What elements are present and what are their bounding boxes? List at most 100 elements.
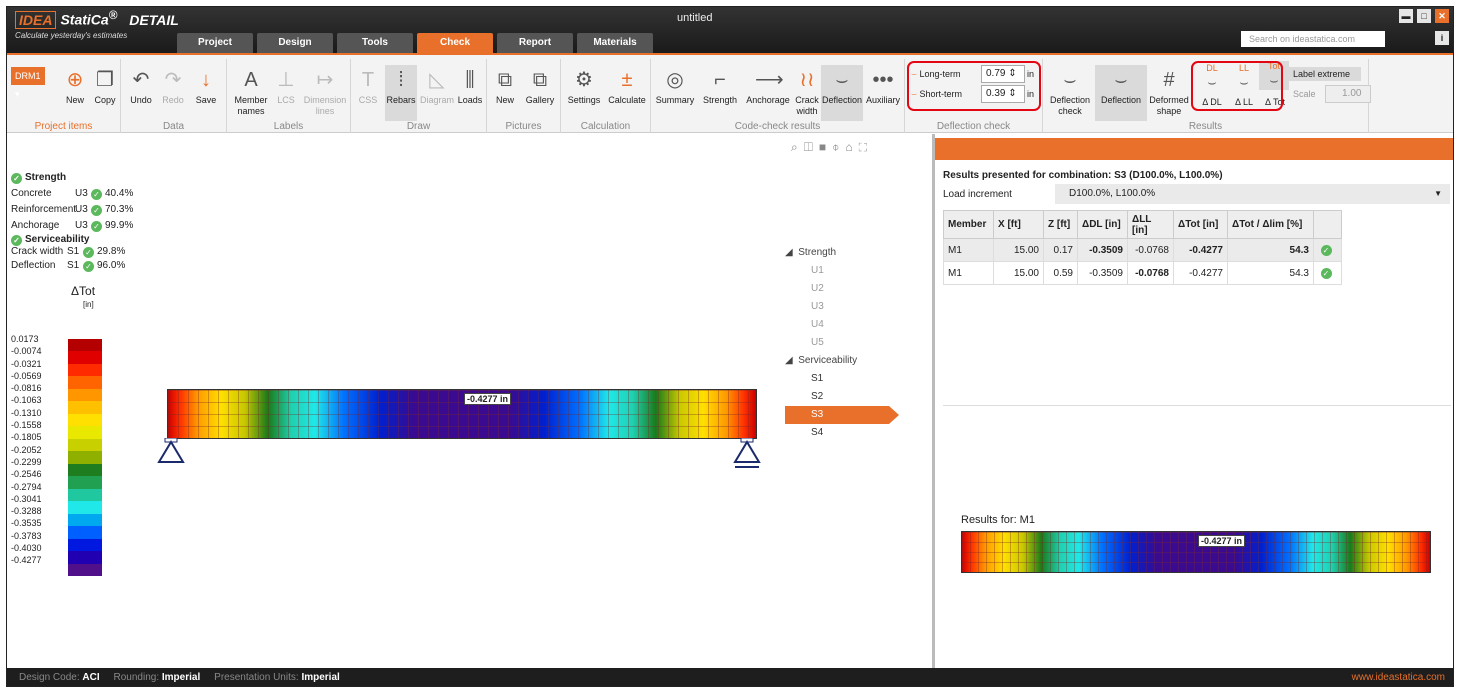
maximize-button[interactable]: □ [1417,9,1431,23]
anchorage-button[interactable]: ⟶ Anchorage [743,67,793,106]
copy-icon: ❐ [96,69,114,91]
tree-item-s4[interactable]: S4 [785,424,889,442]
crack-width-icon: ≀≀ [799,69,815,91]
view-3d-icon[interactable]: ◫ [804,140,819,154]
close-button[interactable]: ✕ [1435,9,1449,23]
new-item-button[interactable]: ⊕ New [61,67,89,106]
group-data: ↶ Undo ↷ Redo ↓ Save Data [121,59,227,133]
gallery-button[interactable]: ⧉ Gallery [521,67,559,106]
main-tabs: Project Design Tools Check Report Materi… [177,33,653,53]
group-project-items: DRM1 ▾ ⊕ New ❐ Copy Project items [7,59,121,133]
save-button[interactable]: ↓ Save [191,67,221,106]
deformed-shape-button[interactable]: # Deformed shape [1147,67,1191,117]
deformed-shape-label: Deformed shape [1149,95,1189,116]
check-ok-icon: ✓ [11,173,22,184]
search-input[interactable]: Search on ideastatica.com [1241,31,1385,47]
legend-swatch [68,526,102,540]
legend-value: -0.1558 [11,420,42,431]
deflection-button[interactable]: ⌣ Deflection [821,65,863,121]
css-icon: T [361,69,375,91]
legend-value: -0.1063 [11,395,42,406]
tab-project[interactable]: Project [177,33,253,53]
tree-item-u2[interactable]: U2 [785,280,889,298]
label-extreme-toggle[interactable]: Label extreme [1289,67,1361,81]
deflection-result-button[interactable]: ⌣ Deflection [1095,65,1147,121]
strength-button[interactable]: ⌐ Strength [699,67,741,106]
design-code-value: ACI [82,672,100,683]
legend-value: -0.1805 [11,432,42,443]
legend-swatch [68,513,102,527]
info-button[interactable]: i [1435,31,1449,45]
legend-swatch [68,488,102,502]
window-controls: ▬ □ ✕ [1399,9,1449,23]
tree-item-u3[interactable]: U3 [785,298,889,316]
new-picture-label: New [495,95,514,105]
cell-ratio: 54.3 [1227,238,1314,262]
check-row: Crack width S1 ✓ 29.8% [11,246,133,258]
strength-title: Strength [25,172,67,183]
tab-design[interactable]: Design [257,33,333,53]
crack-width-button[interactable]: ≀≀ Crack width [793,67,821,117]
member-max-label: -0.4277 in [1198,535,1246,547]
legend-value: -0.1310 [11,407,42,418]
dimension-lines-button[interactable]: ↦ Dimension lines [301,67,349,117]
scale-input[interactable]: 1.00 [1325,85,1371,103]
loads-button[interactable]: ⫼ Loads [455,67,485,106]
zoom-icon[interactable]: ⌕ [791,140,804,154]
anchorage-label: Anchorage [746,95,790,105]
load-increment-select[interactable]: D100.0%, L100.0% ▼ [1055,184,1450,204]
tab-materials[interactable]: Materials [577,33,653,53]
tree-item-u5[interactable]: U5 [785,334,889,352]
tree-item-s1[interactable]: S1 [785,370,889,388]
table-row[interactable]: M1 15.00 0.17 -0.3509 -0.0768 -0.4277 54.3 ✓ [943,238,1342,262]
legend-swatch [68,501,102,515]
member-selector[interactable]: DRM1 ▾ [11,67,45,99]
check-ok-icon: ✓ [91,189,102,200]
cell-dl: -0.3509 [1077,261,1128,285]
copy-item-button[interactable]: ❐ Copy [91,67,119,106]
strength-label: Strength [702,95,738,105]
legend-value: -0.0816 [11,383,42,394]
check-name: Crack width [11,246,64,257]
tab-check[interactable]: Check [417,33,493,53]
fit-screen-icon[interactable]: ⛶ [859,140,873,154]
rebars-button[interactable]: ⁞ Rebars [385,65,417,121]
website-link[interactable]: www.ideastatica.com [1352,668,1445,686]
legend-value: -0.3041 [11,493,42,504]
tree-item-s2[interactable]: S2 [785,388,889,406]
rebars-icon: ⁞ [398,69,404,91]
legend-value: -0.3535 [11,518,42,529]
new-picture-button[interactable]: ⧉ New [491,67,519,106]
tree-item-s3[interactable]: S3 [785,406,899,424]
member-names-label: Member names [234,95,268,116]
minimize-button[interactable]: ▬ [1399,9,1413,23]
table-row[interactable]: M1 15.00 0.59 -0.3509 -0.0768 -0.4277 54.3 ✓ [943,261,1342,285]
calculate-button[interactable]: ± Calculate [605,67,649,106]
solid-view-icon[interactable]: ■ [819,140,832,154]
tree-item-u1[interactable]: U1 [785,262,889,280]
summary-button[interactable]: ◎ Summary [653,67,697,106]
deflection-result-icon: ⌣ [1114,69,1128,91]
results-table-body: M1 15.00 0.17 -0.3509 -0.0768 -0.4277 54.3 ✓ M1 1… [943,238,1342,285]
css-button[interactable]: T CSS [355,67,381,106]
redo-button[interactable]: ↷ Redo [159,67,187,106]
legend-swatch [68,363,102,377]
loads-label: Loads [457,95,483,105]
rounding-label: Rounding: [113,672,160,683]
settings-button[interactable]: ⚙ Settings [563,67,605,106]
tab-tools[interactable]: Tools [337,33,413,53]
deflection-check-button[interactable]: ⌣ Deflection check [1045,67,1095,117]
tree-item-u4[interactable]: U4 [785,316,889,334]
section-icon[interactable]: ⌽ [832,140,845,154]
undo-button[interactable]: ↶ Undo [127,67,155,106]
lcs-button[interactable]: ⊥ LCS [273,67,299,106]
auxiliary-button[interactable]: ••• Auxiliary [863,67,903,106]
legend-swatch [68,438,102,452]
tree-group-serviceability[interactable]: ◢ Serviceability [785,352,889,370]
diagram-button[interactable]: ◺ Diagram [419,67,455,106]
tab-report[interactable]: Report [497,33,573,53]
cell-z: 0.59 [1043,261,1078,285]
tree-group-strength[interactable]: ◢ Strength [785,244,889,262]
member-names-button[interactable]: A Member names [231,67,271,117]
home-icon[interactable]: ⌂ [845,140,858,154]
